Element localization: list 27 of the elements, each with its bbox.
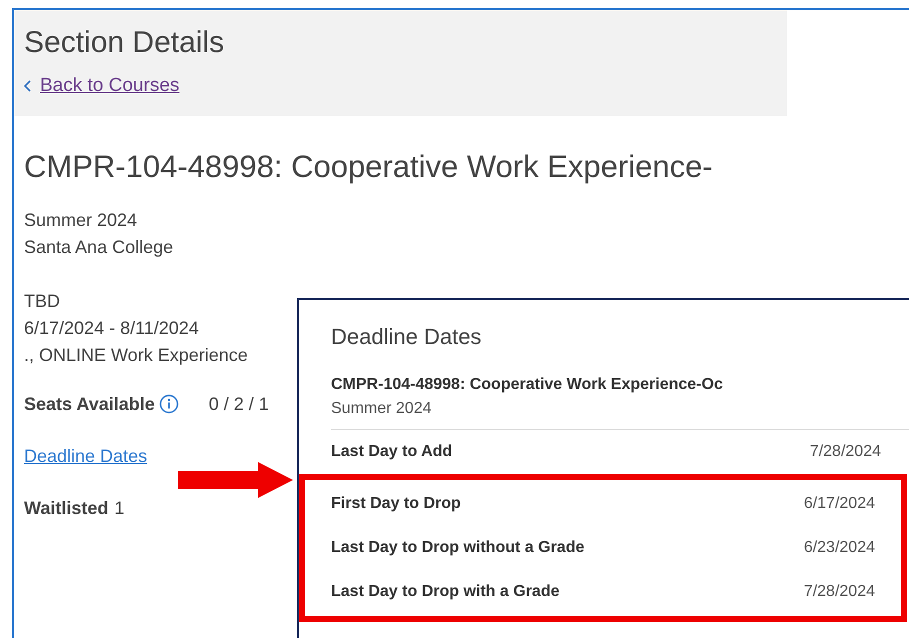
deadline-label: First Day to Drop <box>331 494 461 514</box>
seats-label: Seats Available <box>24 392 155 416</box>
deadline-label: Last Day to Drop without a Grade <box>331 538 584 558</box>
deadline-date: 6/23/2024 <box>804 538 875 558</box>
course-title: CMPR-104-48998: Cooperative Work Experience- <box>24 148 714 186</box>
waitlisted-label: Waitlisted <box>24 496 108 520</box>
deadline-date: 6/17/2024 <box>804 494 875 514</box>
deadline-dates-link[interactable]: Deadline Dates <box>24 446 148 466</box>
seats-value: 0 / 2 / 1 <box>208 392 269 416</box>
term-text: Summer 2024 <box>24 208 138 232</box>
dates-text: 6/17/2024 - 8/11/2024 <box>24 316 199 340</box>
waitlisted-value: 1 <box>114 496 124 520</box>
time-text: TBD <box>24 290 60 312</box>
arrow-icon <box>178 462 293 498</box>
deadline-date: 7/28/2024 <box>810 442 881 462</box>
page-title: Section Details <box>24 26 226 60</box>
popup-course: CMPR-104-48998: Cooperative Work Experience-Oc <box>331 375 724 395</box>
location-text: ., ONLINE Work Experience <box>24 344 248 367</box>
deadline-date: 7/28/2024 <box>804 582 875 602</box>
deadline-label: Last Day to Drop with a Grade <box>331 582 560 602</box>
chevron-left-icon <box>24 80 32 92</box>
info-icon[interactable] <box>158 394 179 414</box>
back-link[interactable]: Back to Courses <box>40 72 180 100</box>
popup-term: Summer 2024 <box>331 399 432 419</box>
campus-text: Santa Ana College <box>24 236 174 259</box>
deadline-label: Last Day to Add <box>331 442 452 462</box>
popup-title: Deadline Dates <box>331 323 482 351</box>
